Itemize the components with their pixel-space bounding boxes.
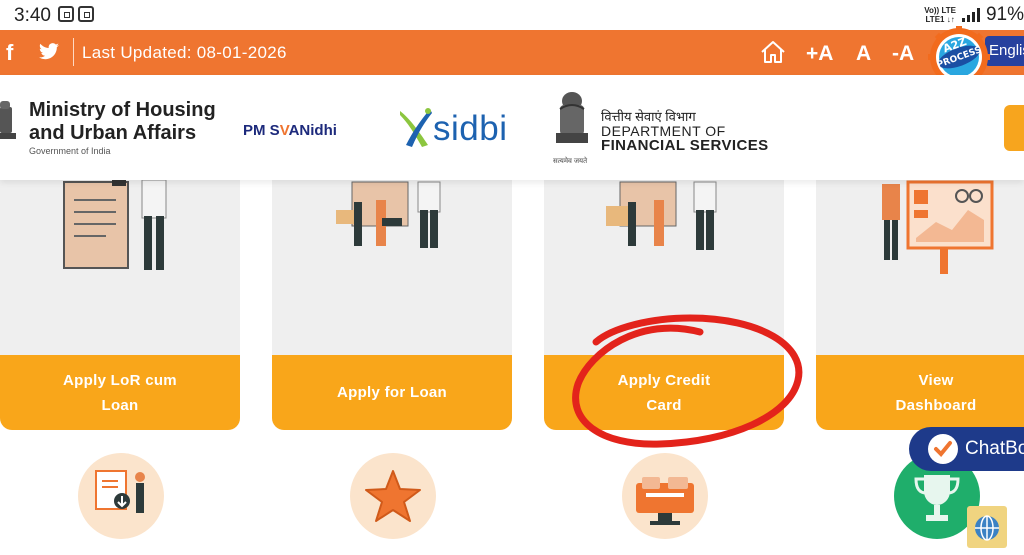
- apply-credit-card-button[interactable]: Apply Credit Card: [544, 355, 784, 430]
- action-cards: Apply LoR cum Loan Apply for Loan Apply …: [0, 170, 1024, 430]
- card-apply-lor[interactable]: Apply LoR cum Loan: [0, 170, 240, 430]
- last-updated-text: Last Updated: 08-01-2026: [82, 43, 287, 62]
- mohua-title: Ministry of Housing and Urban Affairs: [29, 99, 216, 144]
- dfs-emblem-icon: [556, 92, 588, 143]
- logo-header: Ministry of Housing and Urban Affairs Go…: [0, 75, 1024, 180]
- pm-svanidhi-logo[interactable]: PM SVANidhi: [243, 122, 337, 139]
- chatbot-label: ChatBot: [965, 438, 1024, 459]
- bank-handshake-illustration-icon: [336, 181, 441, 248]
- circle-download-document[interactable]: [78, 453, 164, 539]
- font-decrease-button[interactable]: -A: [892, 42, 914, 66]
- status-right: Vo)) LTE LTE1 ↓↑ 91%: [924, 4, 1024, 26]
- sidbi-mark-icon: [400, 108, 432, 147]
- home-icon[interactable]: [760, 40, 786, 64]
- yojana-corner-logo: [967, 506, 1007, 548]
- download-document-icon: [95, 470, 145, 513]
- card-view-dashboard[interactable]: View Dashboard: [816, 170, 1024, 430]
- status-time: 3:40: [14, 5, 51, 26]
- apply-for-loan-button[interactable]: Apply for Loan: [272, 355, 512, 430]
- card-apply-loan[interactable]: Apply for Loan: [272, 170, 512, 430]
- screenshot-icon: [58, 6, 74, 22]
- signal-icon: [961, 8, 980, 22]
- chatbot-button[interactable]: ChatBot: [909, 427, 1024, 471]
- facebook-icon[interactable]: f: [6, 40, 13, 66]
- font-increase-button[interactable]: +A: [806, 42, 833, 66]
- bank-handshake-illustration-icon: [606, 181, 717, 250]
- screen-record-icon: [78, 6, 94, 22]
- battery-level: 91%: [985, 4, 1024, 25]
- ashoka-emblem-icon: [0, 101, 16, 139]
- dfs-financial-services-line: FINANCIAL SERVICES: [601, 137, 769, 154]
- network-indicator: Vo)) LTE LTE1 ↓↑: [924, 6, 956, 24]
- mohua-subtitle: Government of India: [29, 146, 111, 156]
- status-notification-icons: [58, 6, 94, 22]
- dfs-motto: सत्यमेव जयते: [553, 158, 588, 165]
- status-bar: 3:40 Vo)) LTE LTE1 ↓↑ 91%: [0, 0, 1024, 30]
- chatbot-check-icon: [928, 434, 958, 464]
- font-normal-button[interactable]: A: [856, 42, 871, 66]
- star-icon: [365, 470, 421, 522]
- circle-star[interactable]: [350, 453, 436, 539]
- twitter-icon[interactable]: [38, 43, 60, 61]
- dashboard-illustration-icon: [882, 180, 994, 274]
- monitor-cards-icon: [636, 477, 694, 525]
- document-person-illustration-icon: [63, 179, 167, 270]
- circle-monitor[interactable]: [622, 453, 708, 539]
- card-apply-credit-card[interactable]: Apply Credit Card: [544, 170, 784, 430]
- sidbi-logo-text[interactable]: sidbi: [433, 109, 507, 149]
- view-dashboard-button[interactable]: View Dashboard: [816, 355, 1024, 430]
- apply-lor-cum-loan-button[interactable]: Apply LoR cum Loan: [0, 355, 240, 430]
- menu-button[interactable]: [1004, 105, 1024, 151]
- divider: [73, 38, 74, 66]
- top-bar: f Last Updated: 08-01-2026 +A A -A Engli…: [0, 30, 1024, 75]
